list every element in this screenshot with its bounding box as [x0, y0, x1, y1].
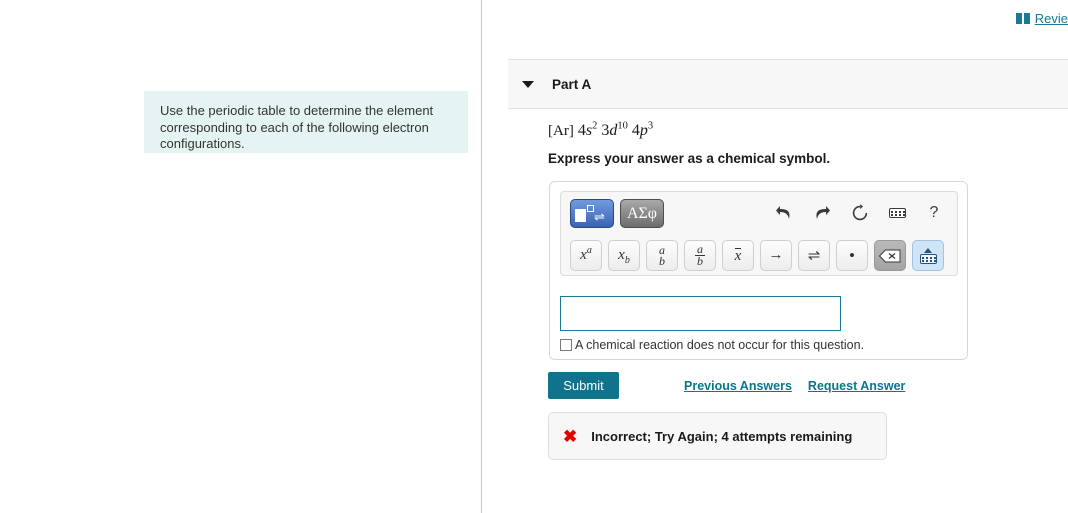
keyboard-up-icon: [919, 247, 937, 264]
math-toolbar-row-2: xa xb ab ab x → ⇌ •: [561, 236, 957, 276]
submit-row: Submit Previous Answers Request Answer: [548, 372, 905, 399]
noble-gas-core: [Ar]: [548, 123, 574, 139]
config-term-2: 4p3: [631, 120, 654, 139]
answer-instruction: Express your answer as a chemical symbol…: [548, 151, 831, 166]
help-icon[interactable]: ?: [923, 202, 945, 224]
config-term-1: 3d10: [601, 120, 628, 139]
review-bar: Revie: [1015, 8, 1068, 28]
fraction-button[interactable]: ab: [684, 240, 716, 271]
chevron-down-icon[interactable]: [522, 80, 534, 88]
part-a-header[interactable]: Part A: [508, 59, 1068, 109]
x-mark-icon: ✖: [563, 426, 578, 446]
no-reaction-checkbox-row[interactable]: A chemical reaction does not occur for t…: [560, 338, 864, 352]
math-toolbar-row-1: ⇌ ΑΣφ ?: [561, 192, 957, 236]
equilibrium-arrow-button[interactable]: ⇌: [798, 240, 830, 271]
keyboard-toggle-button[interactable]: [912, 240, 944, 271]
book-icon: [1015, 12, 1030, 24]
greek-symbols-button[interactable]: ΑΣφ: [620, 199, 664, 228]
question-prompt-text: Use the periodic table to determine the …: [160, 103, 434, 151]
answer-input[interactable]: [560, 296, 841, 331]
reset-icon[interactable]: [849, 202, 871, 224]
redo-icon[interactable]: [811, 202, 833, 224]
answer-panel: ⇌ ΑΣφ ? xa xb a b a b x → ⇌ • A chemical…: [549, 181, 968, 360]
review-link[interactable]: Revie: [1035, 11, 1068, 26]
stacked-ab-button[interactable]: ab: [646, 240, 678, 271]
question-prompt-box: Use the periodic table to determine the …: [144, 91, 468, 153]
part-a-title: Part A: [552, 76, 592, 92]
column-divider: [481, 0, 482, 513]
keyboard-icon[interactable]: [886, 202, 908, 224]
undo-icon[interactable]: [773, 202, 795, 224]
config-term-0: 4s2: [577, 120, 598, 139]
no-reaction-checkbox[interactable]: [560, 339, 572, 351]
equation-template-icon: ⇌: [575, 204, 609, 223]
backspace-button[interactable]: [874, 240, 906, 271]
subscript-button[interactable]: xb: [608, 240, 640, 271]
superscript-button[interactable]: xa: [570, 240, 602, 271]
previous-answers-link[interactable]: Previous Answers: [684, 379, 792, 393]
dot-button[interactable]: •: [836, 240, 868, 271]
feedback-banner: ✖ Incorrect; Try Again; 4 attempts remai…: [548, 412, 887, 460]
request-answer-link[interactable]: Request Answer: [808, 379, 905, 393]
submit-button[interactable]: Submit: [548, 372, 619, 399]
question-body: [Ar] 4s2 3d10 4p3 Express your answer as…: [548, 120, 1068, 166]
feedback-text: Incorrect; Try Again; 4 attempts remaini…: [591, 428, 853, 444]
math-toolbar: ⇌ ΑΣφ ? xa xb a b a b x → ⇌ •: [560, 191, 958, 276]
overbar-button[interactable]: x: [722, 240, 754, 271]
no-reaction-checkbox-label: A chemical reaction does not occur for t…: [575, 338, 865, 352]
template-equation-button[interactable]: ⇌: [570, 199, 614, 228]
electron-configuration: [Ar] 4s2 3d10 4p3: [548, 120, 1068, 142]
right-arrow-button[interactable]: →: [760, 240, 792, 271]
